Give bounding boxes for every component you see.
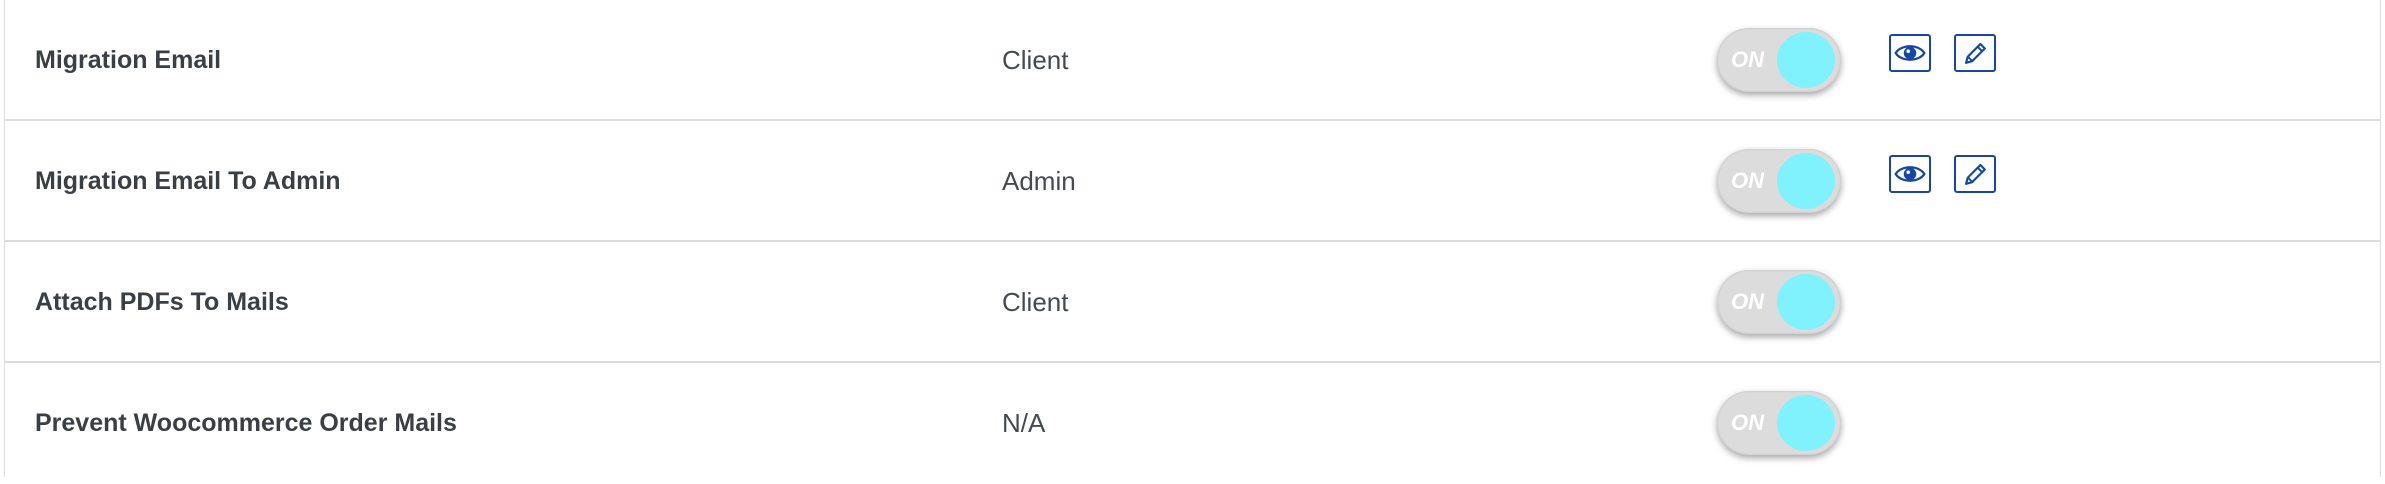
table-row: Migration Email Client ON — [5, 0, 2380, 121]
email-recipient: Client — [1002, 45, 1069, 75]
email-recipient: Admin — [1002, 166, 1076, 196]
table-row: Migration Email To Admin Admin ON — [5, 121, 2380, 242]
toggle-label: ON — [1731, 168, 1764, 193]
email-name: Prevent Woocommerce Order Mails — [35, 409, 457, 437]
eye-icon — [1894, 166, 1926, 182]
email-name: Migration Email To Admin — [35, 167, 341, 195]
email-settings-table: Migration Email Client ON Migration Emai… — [4, 0, 2381, 477]
toggle-label: ON — [1731, 289, 1764, 314]
email-recipient: N/A — [1002, 408, 1046, 438]
table-row: Attach PDFs To Mails Client ON — [5, 242, 2380, 363]
edit-button[interactable] — [1954, 34, 1996, 72]
table-row: Prevent Woocommerce Order Mails N/A ON — [5, 363, 2380, 477]
email-name: Migration Email — [35, 46, 222, 74]
email-enabled-toggle[interactable]: ON — [1717, 149, 1841, 213]
toggle-label: ON — [1731, 47, 1764, 72]
eye-icon — [1894, 45, 1926, 61]
preview-button[interactable] — [1889, 155, 1931, 193]
preview-button[interactable] — [1889, 34, 1931, 72]
toggle-knob — [1777, 153, 1835, 209]
toggle-knob — [1777, 274, 1835, 330]
toggle-knob — [1777, 32, 1835, 88]
email-enabled-toggle[interactable]: ON — [1717, 28, 1841, 92]
edit-button[interactable] — [1954, 155, 1996, 193]
pencil-icon — [1964, 42, 1986, 64]
email-recipient: Client — [1002, 287, 1069, 317]
email-enabled-toggle[interactable]: ON — [1717, 391, 1841, 455]
email-enabled-toggle[interactable]: ON — [1717, 270, 1841, 334]
email-name: Attach PDFs To Mails — [35, 288, 289, 316]
pencil-icon — [1964, 163, 1986, 185]
toggle-knob — [1777, 395, 1835, 451]
toggle-label: ON — [1731, 410, 1764, 435]
